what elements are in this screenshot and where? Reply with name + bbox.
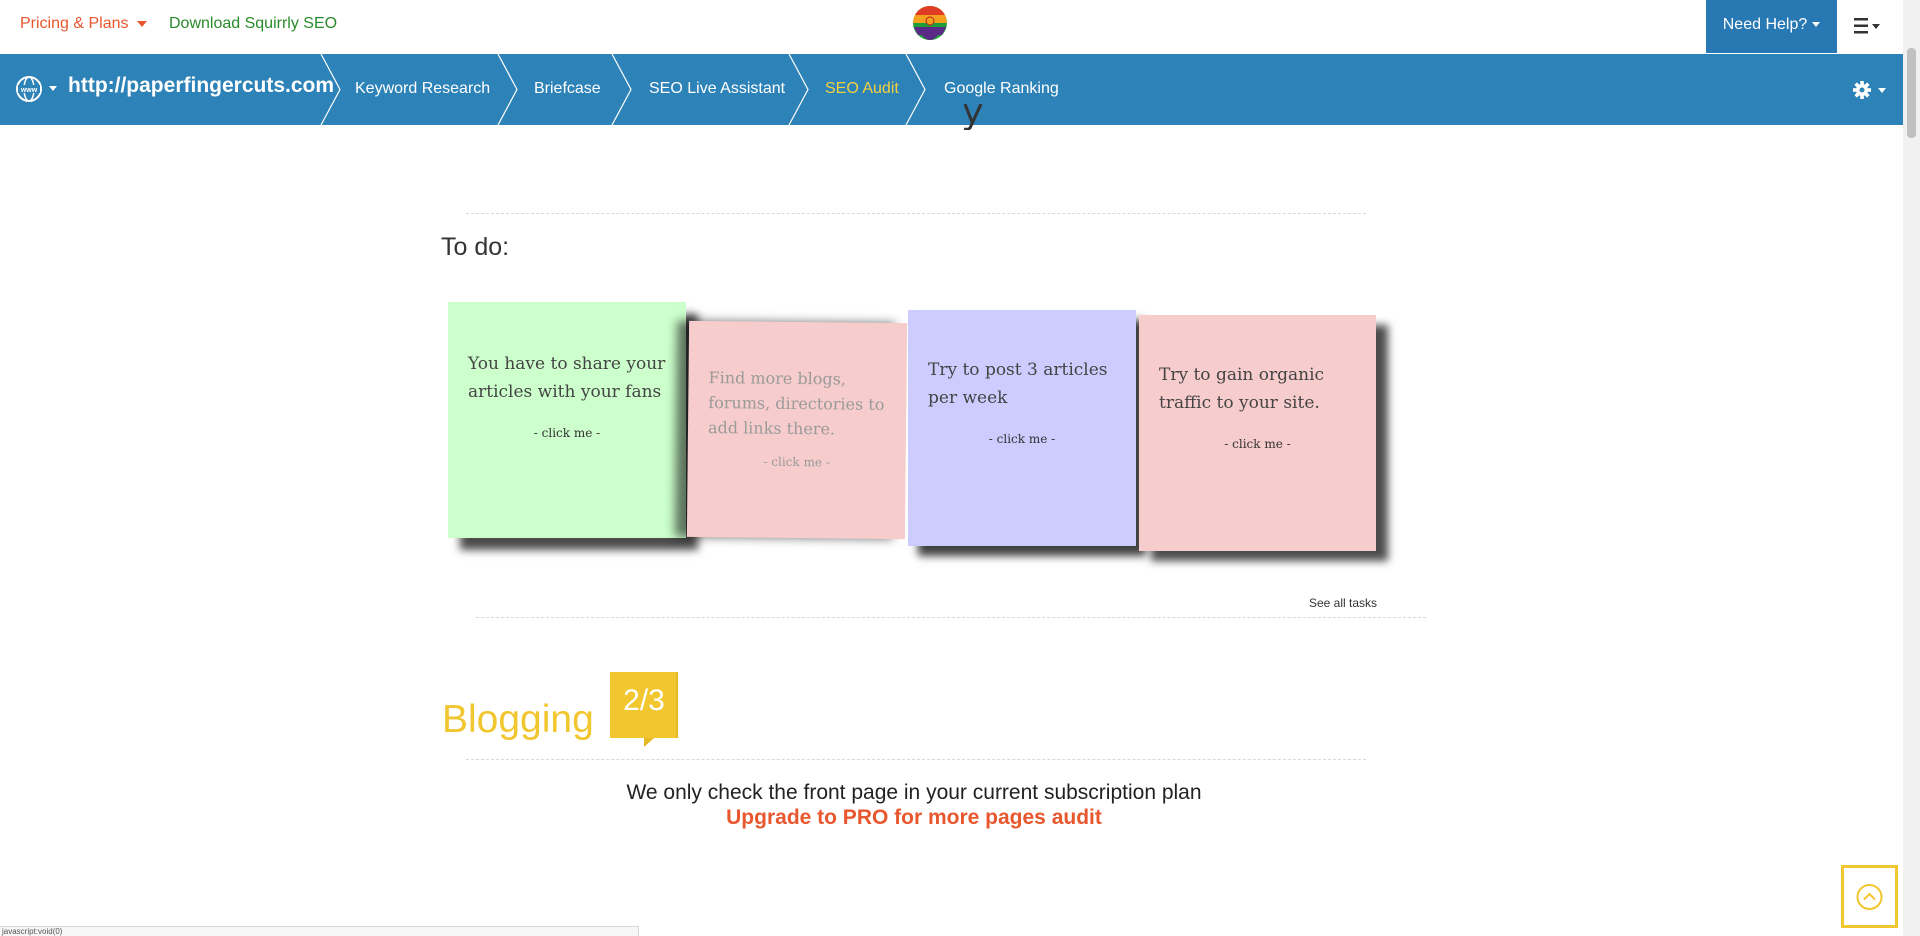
task-note-click-me: - click me - (988, 432, 1056, 446)
main-nav-bar: www http://paperfingercuts.com Keyword R… (0, 54, 1903, 125)
task-note-text: Find more blogs, forums, directories to … (707, 368, 885, 439)
breadcrumb-separator-icon (905, 54, 926, 125)
back-to-top-button[interactable] (1841, 865, 1898, 928)
breadcrumb-separator-icon (497, 54, 518, 125)
todo-heading: To do: (441, 233, 510, 261)
hamburger-menu-icon[interactable] (1850, 14, 1890, 38)
section-divider (466, 213, 1366, 214)
nav-seo-live-assistant[interactable]: SEO Live Assistant (649, 80, 785, 98)
task-note-text: Try to post 3 articles per week (928, 360, 1108, 408)
see-all-tasks-link[interactable]: See all tasks (1309, 596, 1377, 610)
blogging-heading: Blogging (442, 698, 594, 741)
section-divider (466, 759, 1366, 760)
need-help-label: Need Help? (1722, 16, 1808, 33)
task-note-find-blogs[interactable]: Find more blogs, forums, directories to … (686, 320, 908, 540)
page-scrollbar[interactable] (1903, 0, 1920, 936)
caret-down-icon (136, 20, 147, 27)
subscription-notice: We only check the front page in your cur… (626, 781, 1202, 804)
need-help-dropdown[interactable]: Need Help? (1706, 0, 1837, 53)
download-squirrly-link[interactable]: Download Squirrly SEO (169, 15, 337, 33)
www-globe-icon[interactable]: www (15, 74, 61, 104)
upgrade-pro-link[interactable]: Upgrade to PRO for more pages audit (500, 806, 1328, 830)
scrollbar-thumb[interactable] (1907, 48, 1916, 138)
nav-seo-audit[interactable]: SEO Audit (825, 80, 899, 98)
task-note-click-me: - click me - (533, 426, 601, 440)
task-note-text: You have to share your articles with you… (468, 354, 666, 402)
section-divider (476, 617, 1426, 618)
breadcrumb-separator-icon (320, 54, 341, 125)
nav-google-ranking[interactable]: Google Ranking (944, 80, 1059, 98)
task-note-click-me: - click me - (1224, 437, 1291, 451)
breadcrumb-separator-icon (611, 54, 632, 125)
pricing-plans-label: Pricing & Plans (20, 15, 129, 32)
task-note-text: Try to gain organic traffic to your site… (1159, 365, 1325, 413)
chevron-up-circle-icon (1856, 884, 1883, 910)
task-note-click-me: - click me - (763, 454, 830, 470)
nav-keyword-research[interactable]: Keyword Research (355, 80, 490, 98)
task-note-organic-traffic[interactable]: Try to gain organic traffic to your site… (1139, 315, 1376, 551)
caret-down-icon (1812, 22, 1821, 28)
clipped-heading-glyph (963, 104, 983, 130)
domain-selector[interactable]: http://paperfingercuts.com (68, 74, 334, 98)
blogging-score: 2/3 (623, 684, 665, 717)
pricing-plans-dropdown[interactable]: Pricing & Plans (20, 15, 147, 33)
squirrly-logo-icon[interactable] (912, 5, 948, 45)
nav-briefcase[interactable]: Briefcase (534, 80, 601, 98)
page: Pricing & Plans Download Squirrly SEO Ne… (0, 0, 1920, 936)
top-bar: Pricing & Plans Download Squirrly SEO Ne… (0, 0, 1903, 54)
task-note-share-articles[interactable]: You have to share your articles with you… (448, 302, 686, 538)
browser-status-bar: javascript:void(0) (0, 926, 639, 936)
breadcrumb-separator-icon (788, 54, 809, 125)
settings-gear-icon[interactable] (1850, 76, 1890, 104)
task-note-post-articles[interactable]: Try to post 3 articles per week - click … (908, 310, 1136, 546)
svg-text:www: www (20, 87, 38, 94)
